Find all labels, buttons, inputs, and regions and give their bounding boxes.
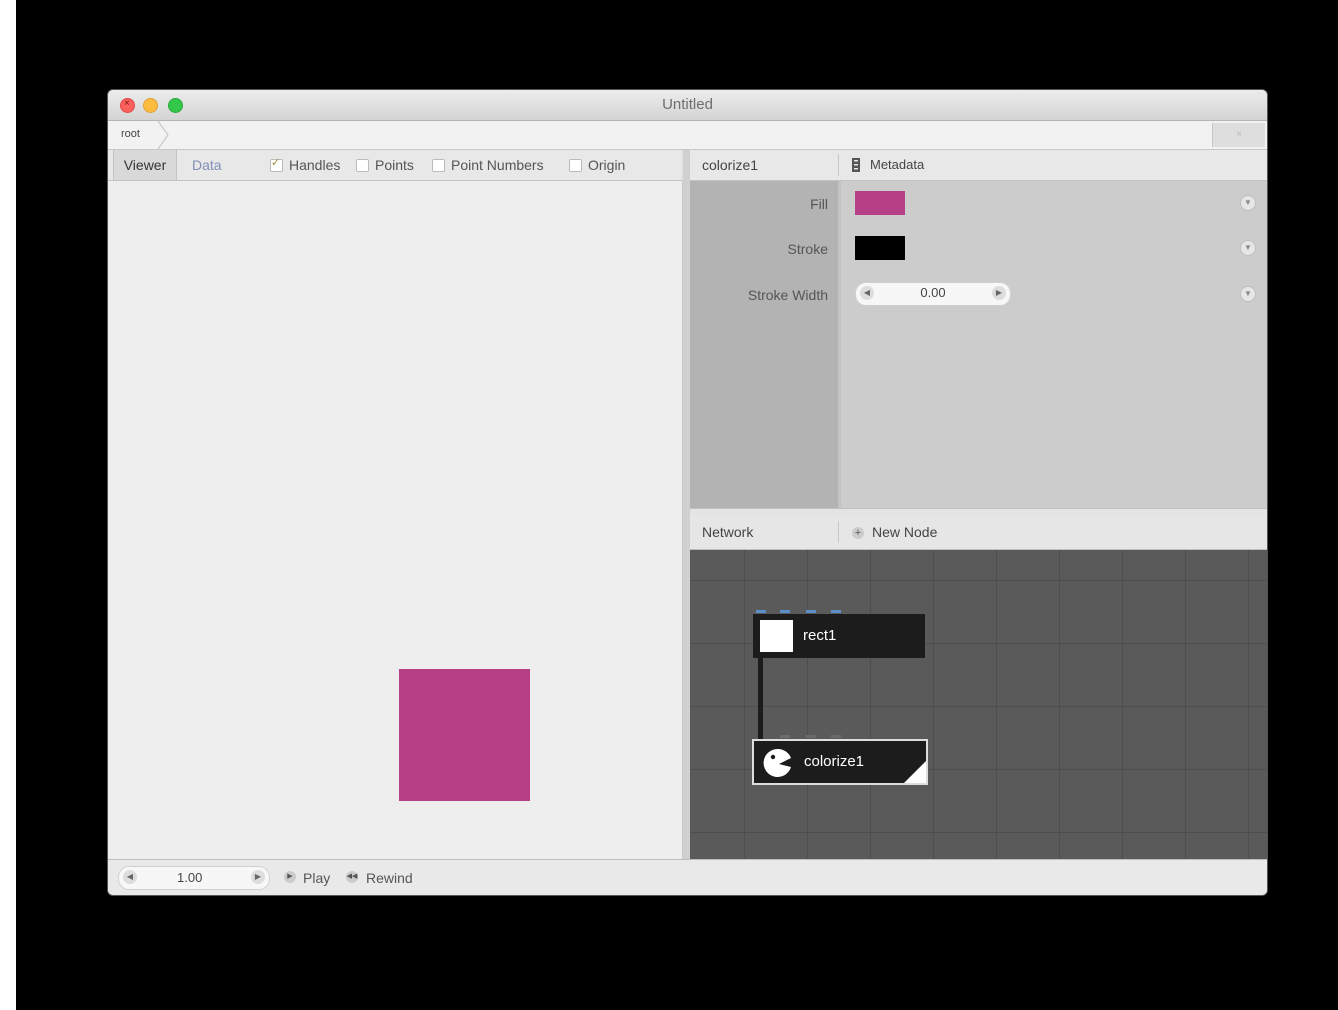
fill-menu-icon[interactable]: ▼ (1240, 195, 1256, 211)
network-title: Network (702, 524, 754, 540)
rendered-node-flag (904, 761, 926, 783)
address-bar: root × (108, 121, 1267, 150)
input-port[interactable] (756, 610, 766, 613)
play-button[interactable]: Play (303, 860, 330, 895)
plus-icon[interactable]: + (852, 527, 864, 539)
parameters-header: colorize1 Metadata (690, 150, 1267, 181)
node-rect1[interactable]: rect1 (753, 614, 925, 658)
stroke-menu-icon[interactable]: ▼ (1240, 240, 1256, 256)
header-divider (838, 154, 839, 176)
stroke-label: Stroke (787, 241, 828, 257)
rewind-icon[interactable]: ◀◀ (346, 871, 358, 883)
viewer-toolbar: Viewer Data Handles Points Point Numbers… (108, 150, 682, 181)
stroke-width-label: Stroke Width (747, 287, 828, 303)
metadata-icon[interactable] (852, 158, 860, 172)
rect-node-icon (760, 620, 793, 652)
input-port[interactable] (806, 610, 816, 613)
input-port[interactable] (831, 735, 841, 738)
input-port[interactable] (780, 610, 790, 613)
network-canvas[interactable]: rect1 colorize1 (690, 550, 1267, 859)
parameters-panel: Fill Stroke Stroke Width ◀ 0.00 ▶ ▼ ▼ ▼ (690, 181, 1267, 508)
stroke-color-swatch[interactable] (855, 236, 905, 260)
window-title: Untitled (662, 96, 713, 113)
desktop-edge (0, 0, 16, 1010)
tab-viewer[interactable]: Viewer (113, 150, 177, 180)
title-bar[interactable]: × Untitled (108, 90, 1267, 121)
increment-icon[interactable]: ▶ (992, 286, 1006, 300)
origin-checkbox[interactable] (569, 159, 582, 172)
breadcrumb-root[interactable]: root (121, 128, 140, 140)
tab-data[interactable]: Data (192, 150, 222, 180)
rewind-button[interactable]: Rewind (366, 860, 413, 895)
rect-shape[interactable] (399, 669, 530, 801)
app-window: × Untitled root × Viewer Data Handles Po… (108, 90, 1267, 895)
node-connection[interactable] (758, 658, 763, 739)
stroke-width-stepper[interactable]: ◀ 0.00 ▶ (855, 282, 1011, 306)
frame-value[interactable]: 1.00 (177, 870, 202, 885)
colorize-node-icon (763, 748, 791, 777)
network-header-divider (838, 521, 839, 543)
origin-label: Origin (588, 157, 626, 173)
input-port[interactable] (806, 735, 816, 738)
panel-splitter[interactable] (683, 150, 690, 859)
network-header: Network + New Node (690, 516, 1267, 550)
points-label: Points (375, 157, 414, 173)
fill-label: Fill (810, 196, 828, 212)
frame-decrement-icon[interactable]: ◀ (123, 870, 137, 884)
new-node-button[interactable]: New Node (872, 516, 937, 549)
playback-bar: ◀ 1.00 ▶ ▶ Play ◀◀ Rewind (108, 859, 1267, 895)
selected-node-name: colorize1 (702, 157, 759, 173)
points-checkbox[interactable] (356, 159, 369, 172)
frame-stepper[interactable]: ◀ 1.00 ▶ (118, 866, 270, 890)
breadcrumb-chevron-icon (157, 121, 169, 149)
metadata-button[interactable]: Metadata (870, 150, 924, 180)
stroke-width-menu-icon[interactable]: ▼ (1240, 286, 1256, 302)
node-label: rect1 (803, 627, 837, 644)
play-icon[interactable]: ▶ (284, 871, 296, 883)
handles-label: Handles (289, 157, 341, 173)
stroke-width-value[interactable]: 0.00 (856, 285, 1010, 300)
node-label: colorize1 (804, 753, 865, 770)
fill-color-swatch[interactable] (855, 191, 905, 215)
input-port[interactable] (831, 610, 841, 613)
point-numbers-label: Point Numbers (451, 157, 544, 173)
address-action-button[interactable]: × (1212, 123, 1265, 147)
handles-checkbox[interactable] (270, 156, 283, 172)
point-numbers-checkbox[interactable] (432, 159, 445, 172)
input-port[interactable] (780, 735, 790, 738)
frame-increment-icon[interactable]: ▶ (251, 870, 265, 884)
viewer-canvas[interactable] (108, 181, 683, 859)
parameter-labels-column: Fill Stroke Stroke Width (690, 181, 841, 508)
node-colorize1[interactable]: colorize1 (752, 739, 928, 785)
